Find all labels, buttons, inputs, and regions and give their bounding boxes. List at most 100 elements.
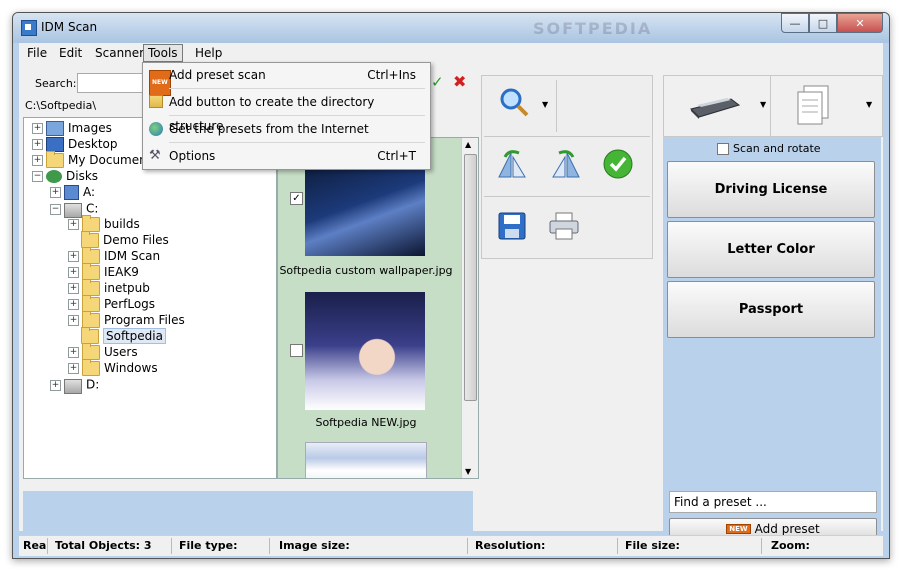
directory-tree-icon — [149, 95, 163, 108]
menu-scanner[interactable]: Scanner — [91, 45, 148, 61]
thumbnail-image[interactable] — [305, 160, 425, 256]
scan-rotate-row[interactable]: Scan and rotate — [717, 141, 877, 157]
menu-tools[interactable]: Tools — [143, 44, 183, 62]
menu-item-get-presets[interactable]: Get the presets from the Internet — [145, 117, 428, 141]
scroll-up-icon[interactable]: ▲ — [465, 140, 471, 149]
folder-icon — [82, 359, 100, 376]
maximize-button[interactable]: □ — [809, 13, 837, 33]
preset-passport-button[interactable]: Passport — [667, 281, 875, 338]
tree-item-drive-d[interactable]: + D: — [50, 376, 99, 394]
zoom-button[interactable] — [496, 84, 532, 120]
minimize-icon: — — [789, 16, 801, 30]
collapse-icon[interactable]: − — [50, 203, 61, 215]
expand-icon[interactable]: + — [32, 139, 43, 150]
expand-icon[interactable]: + — [68, 363, 79, 374]
menu-edit[interactable]: Edit — [55, 45, 86, 61]
scanner-toolbar: ▼ ▼ — [663, 75, 883, 137]
chevron-down-icon[interactable]: ▼ — [542, 100, 548, 109]
menu-help[interactable]: Help — [191, 45, 226, 61]
menu-item-add-directory-button[interactable]: Add button to create the directory struc… — [145, 90, 428, 133]
thumbnail-scrollbar[interactable]: ▲ ▼ — [461, 138, 478, 478]
status-ready: Rea — [23, 539, 47, 552]
minimize-button[interactable]: — — [781, 13, 809, 33]
expand-icon[interactable]: + — [68, 267, 79, 278]
scroll-down-icon[interactable]: ▼ — [465, 467, 471, 476]
folder-icon — [82, 311, 100, 328]
thumbnail-image[interactable] — [305, 442, 427, 478]
scroll-thumb[interactable] — [464, 154, 477, 401]
tree-item-disks[interactable]: − Disks — [32, 168, 98, 184]
save-button[interactable] — [494, 208, 530, 244]
rotate-left-button[interactable] — [494, 146, 530, 182]
title-bar[interactable]: IDM Scan SOFTPEDIA — □ ✕ — [13, 13, 889, 43]
preset-pane: ▼ ▼ Scan and rotate Driving License Lett… — [663, 75, 883, 543]
rotate-left-icon — [498, 150, 526, 178]
scanner-button[interactable] — [684, 88, 744, 124]
images-icon — [46, 121, 64, 136]
tree-item-users[interactable]: + Users — [68, 343, 138, 360]
chevron-down-icon[interactable]: ▼ — [866, 100, 872, 109]
expand-icon[interactable]: + — [32, 123, 43, 134]
add-preset-label: Add preset — [754, 522, 820, 536]
expand-icon[interactable]: + — [68, 299, 79, 310]
checkmark-icon — [603, 149, 633, 179]
tree-item-builds[interactable]: + builds — [68, 215, 140, 232]
apply-icon[interactable]: ✓ — [431, 75, 445, 90]
expand-icon[interactable]: + — [68, 219, 79, 230]
menu-item-options[interactable]: ⚒ Options Ctrl+T — [145, 144, 428, 168]
document-button[interactable] — [794, 82, 834, 130]
thumbnail-panel[interactable]: ✓ Softpedia custom wallpaper.jpg Softped… — [277, 137, 479, 479]
status-bar: Rea Total Objects: 3 File type: Image si… — [19, 535, 883, 556]
menu-item-add-preset-scan[interactable]: NEW Add preset scan Ctrl+Ins — [145, 63, 428, 96]
clear-icon[interactable]: ✖ — [453, 74, 467, 90]
menu-separator — [169, 142, 425, 143]
tool-panel: ▼ — [481, 75, 653, 259]
tree-item-demo-files[interactable]: Demo Files — [81, 231, 169, 248]
new-badge-icon: NEW — [149, 68, 171, 96]
folder-icon — [82, 215, 100, 232]
status-separator — [617, 538, 618, 554]
tree-item-ieak9[interactable]: + IEAK9 — [68, 263, 139, 280]
preset-letter-color-button[interactable]: Letter Color — [667, 221, 875, 278]
thumbnail-image[interactable] — [305, 292, 425, 410]
expand-icon[interactable]: + — [50, 187, 61, 198]
folder-icon — [82, 343, 100, 360]
tree-item-desktop[interactable]: + Desktop — [32, 136, 118, 152]
tree-item-program-files[interactable]: + Program Files — [68, 311, 185, 328]
tree-item-drive-c[interactable]: − C: — [50, 200, 98, 218]
tree-item-idm-scan[interactable]: + IDM Scan — [68, 247, 160, 264]
expand-icon[interactable]: + — [68, 347, 79, 358]
tree-item-windows[interactable]: + Windows — [68, 359, 158, 376]
close-icon: ✕ — [855, 16, 865, 30]
chevron-down-icon[interactable]: ▼ — [760, 100, 766, 109]
status-file-size: File size: — [625, 539, 680, 552]
scan-rotate-checkbox[interactable] — [717, 143, 729, 155]
tree-item-my-documents[interactable]: + My Documents — [32, 151, 158, 168]
preset-driving-license-button[interactable]: Driving License — [667, 161, 875, 218]
print-button[interactable] — [546, 208, 582, 244]
expand-icon[interactable]: + — [68, 315, 79, 326]
folder-tree[interactable]: + Images + Desktop + My Documents − Disks + A… — [23, 117, 277, 479]
divider — [484, 136, 650, 137]
expand-icon[interactable]: + — [32, 155, 43, 166]
expand-icon[interactable]: + — [50, 379, 61, 391]
collapse-icon[interactable]: − — [32, 171, 43, 182]
tree-item-softpedia[interactable]: Softpedia — [81, 327, 166, 344]
expand-icon[interactable]: + — [68, 251, 79, 262]
tree-item-perflogs[interactable]: + PerfLogs — [68, 295, 155, 312]
apply-button[interactable] — [600, 146, 636, 182]
new-badge-icon: NEW — [726, 524, 751, 534]
menu-file[interactable]: File — [23, 45, 51, 61]
close-button[interactable]: ✕ — [837, 13, 883, 33]
tree-item-drive-a[interactable]: + A: — [50, 184, 95, 200]
maximize-icon: □ — [817, 16, 829, 30]
folder-icon — [82, 279, 100, 296]
tree-item-inetpub[interactable]: + inetpub — [68, 279, 150, 296]
thumbnail-checkbox[interactable] — [290, 344, 303, 357]
status-zoom: Zoom: — [771, 539, 810, 552]
rotate-right-button[interactable] — [548, 146, 584, 182]
thumbnail-checkbox[interactable]: ✓ — [290, 192, 303, 205]
find-preset-input[interactable]: Find a preset ... — [669, 491, 877, 513]
tree-item-images[interactable]: + Images — [32, 120, 112, 136]
expand-icon[interactable]: + — [68, 283, 79, 294]
